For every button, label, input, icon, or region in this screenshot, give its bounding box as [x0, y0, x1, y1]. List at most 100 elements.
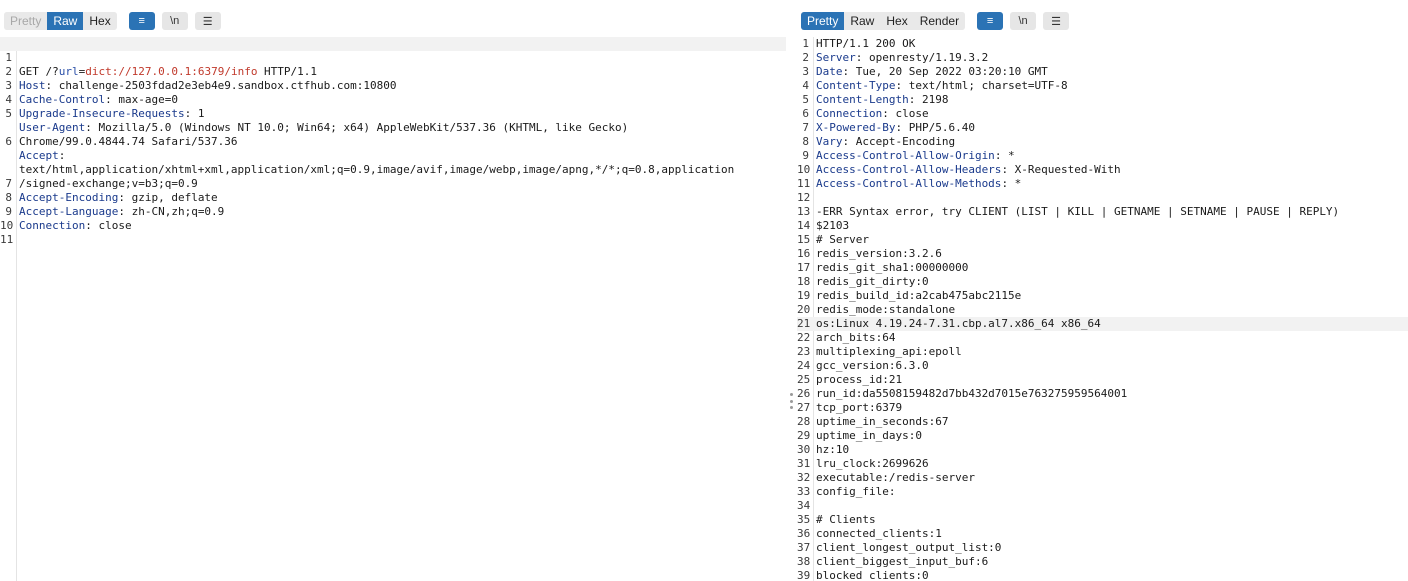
status-line: 1 HTTP/1.1 200 OK: [797, 37, 1408, 51]
empty-line: 34: [797, 499, 1408, 513]
header-continuation: Chrome/99.0.4844.74 Safari/537.36: [0, 107, 786, 148]
header-key: Access-Control-Allow-Headers: [816, 163, 1002, 176]
body-line: 15 # Server: [797, 233, 1408, 247]
header-line: 2 Host: challenge-2503fdad2e3eb4e9.sandb…: [0, 51, 786, 92]
body-line: 22 arch_bits:64: [797, 331, 1408, 345]
line-number: 38: [797, 555, 811, 568]
header-line: 9 Connection: close: [0, 191, 786, 232]
line-number: 19: [797, 289, 811, 302]
header-continuation: /signed-exchange;v=b3;q=0.9: [0, 149, 786, 190]
line-number: 12: [797, 191, 811, 204]
body-text: os:Linux 4.19.24-7.31.cbp.al7.x86_64 x86…: [816, 317, 1101, 330]
line-number: 21: [797, 317, 811, 330]
body-text: redis_mode:standalone: [816, 303, 956, 316]
body-text: -ERR Syntax error, try CLIENT (LIST | KI…: [816, 205, 1340, 218]
line-number: 32: [797, 471, 811, 484]
body-text: uptime_in_days:0: [816, 429, 922, 442]
body-line: 35 # Clients: [797, 513, 1408, 527]
tab-render[interactable]: Render: [913, 12, 966, 30]
empty-line: 10: [0, 205, 786, 232]
body-line: 29 uptime_in_days:0: [797, 429, 1408, 443]
menu-icon[interactable]: ☰: [1043, 12, 1070, 30]
show-newlines-icon[interactable]: \n: [1010, 12, 1037, 30]
line-number: 1: [802, 37, 809, 50]
response-view-tabs: Pretty Raw Hex Render: [801, 12, 966, 30]
response-toolbar: Pretty Raw Hex Render ≡ \n ☰: [801, 11, 1076, 31]
header-key: Vary: [816, 135, 843, 148]
line-number: 20: [797, 303, 811, 316]
line-number: 13: [797, 205, 811, 218]
line-number: 36: [797, 527, 811, 540]
body-text: $2103: [816, 219, 850, 232]
word-wrap-icon[interactable]: ≡: [977, 12, 1004, 30]
body-line: 25 process_id:21: [797, 373, 1408, 387]
body-line: 18 redis_git_dirty:0: [797, 275, 1408, 289]
pane-divider[interactable]: [786, 0, 797, 581]
line-number: 11: [0, 233, 14, 246]
body-text: connected_clients:1: [816, 527, 942, 540]
line-number: 8: [802, 135, 809, 148]
body-line: 39 blocked_clients:0: [797, 569, 1408, 581]
body-line: 32 executable:/redis-server: [797, 471, 1408, 485]
body-text: hz:10: [816, 443, 850, 456]
menu-icon[interactable]: ☰: [194, 12, 221, 30]
header-line: 5 User-Agent: Mozilla/5.0 (Windows NT 10…: [0, 93, 786, 134]
body-text: # Server: [816, 233, 869, 246]
line-number: 11: [797, 177, 811, 190]
line-number: 33: [797, 485, 811, 498]
response-editor[interactable]: 1 HTTP/1.1 200 OK 2 Server: openresty/1.19.…: [797, 37, 1408, 581]
line-number: 26: [797, 387, 811, 400]
header-line: 9 Access-Control-Allow-Origin: *: [797, 149, 1408, 163]
line-number: 29: [797, 429, 811, 442]
header-continuation: text/html,application/xhtml+xml,applicat…: [0, 135, 786, 176]
tab-pretty[interactable]: Pretty: [4, 12, 48, 30]
tab-pretty[interactable]: Pretty: [801, 12, 845, 30]
body-text: redis_git_dirty:0: [816, 275, 929, 288]
header-line: 5 Content-Length: 2198: [797, 93, 1408, 107]
header-line: 3 Date: Tue, 20 Sep 2022 03:20:10 GMT: [797, 65, 1408, 79]
header-value: : *: [1001, 177, 1022, 190]
request-toolbar: Pretty Raw Hex ≡ \n ☰: [4, 11, 228, 31]
header-key: Connection: [816, 107, 883, 120]
tab-hex[interactable]: Hex: [83, 12, 117, 30]
header-value: : text/html; charset=UTF-8: [895, 79, 1068, 92]
header-key: Date: [816, 65, 843, 78]
show-newlines-icon[interactable]: \n: [161, 12, 188, 30]
line-number: 23: [797, 345, 811, 358]
body-text: config_file:: [816, 485, 896, 498]
line-number: 18: [797, 275, 811, 288]
tab-hex[interactable]: Hex: [880, 12, 914, 30]
line-number: 7: [802, 121, 809, 134]
line-number: 15: [797, 233, 811, 246]
body-line: 26 run_id:da5508159482d7bb432d7015e763275…: [797, 387, 1408, 401]
body-line: 13 -ERR Syntax error, try CLIENT (LIST | …: [797, 205, 1408, 219]
request-editor[interactable]: 1 GET /?url=dict://127.0.0.1:6379/info H…: [0, 37, 786, 581]
body-line: 27 tcp_port:6379: [797, 401, 1408, 415]
empty-line: 12: [797, 191, 1408, 205]
line-number: 27: [797, 401, 811, 414]
word-wrap-icon[interactable]: ≡: [128, 12, 155, 30]
header-line: 6 Accept:: [0, 121, 786, 162]
body-text: redis_version:3.2.6: [816, 247, 942, 260]
body-text: client_longest_output_list:0: [816, 541, 1002, 554]
tab-raw[interactable]: Raw: [844, 12, 881, 30]
body-text: executable:/redis-server: [816, 471, 975, 484]
line-number: 37: [797, 541, 811, 554]
header-key: Server: [816, 51, 856, 64]
header-value: : PHP/5.6.40: [895, 121, 975, 134]
line-number: 28: [797, 415, 811, 428]
body-line: 37 client_longest_output_list:0: [797, 541, 1408, 555]
header-line: 8 Accept-Language: zh-CN,zh;q=0.9: [0, 177, 786, 218]
tab-raw[interactable]: Raw: [47, 12, 84, 30]
request-line: 1 GET /?url=dict://127.0.0.1:6379/info H…: [0, 37, 786, 78]
header-key: Content-Type: [816, 79, 896, 92]
drag-handle-icon[interactable]: [790, 393, 793, 409]
line-number: 22: [797, 331, 811, 344]
response-pane: Pretty Raw Hex Render ≡ \n ☰ 1 HTTP/1.1 2…: [797, 0, 1408, 581]
body-text: multiplexing_api:epoll: [816, 345, 962, 358]
header-line: 4 Content-Type: text/html; charset=UTF-8: [797, 79, 1408, 93]
body-line: 16 redis_version:3.2.6: [797, 247, 1408, 261]
header-value: : openresty/1.19.3.2: [855, 51, 989, 64]
line-number: 9: [802, 149, 809, 162]
line-number: 2: [802, 51, 809, 64]
